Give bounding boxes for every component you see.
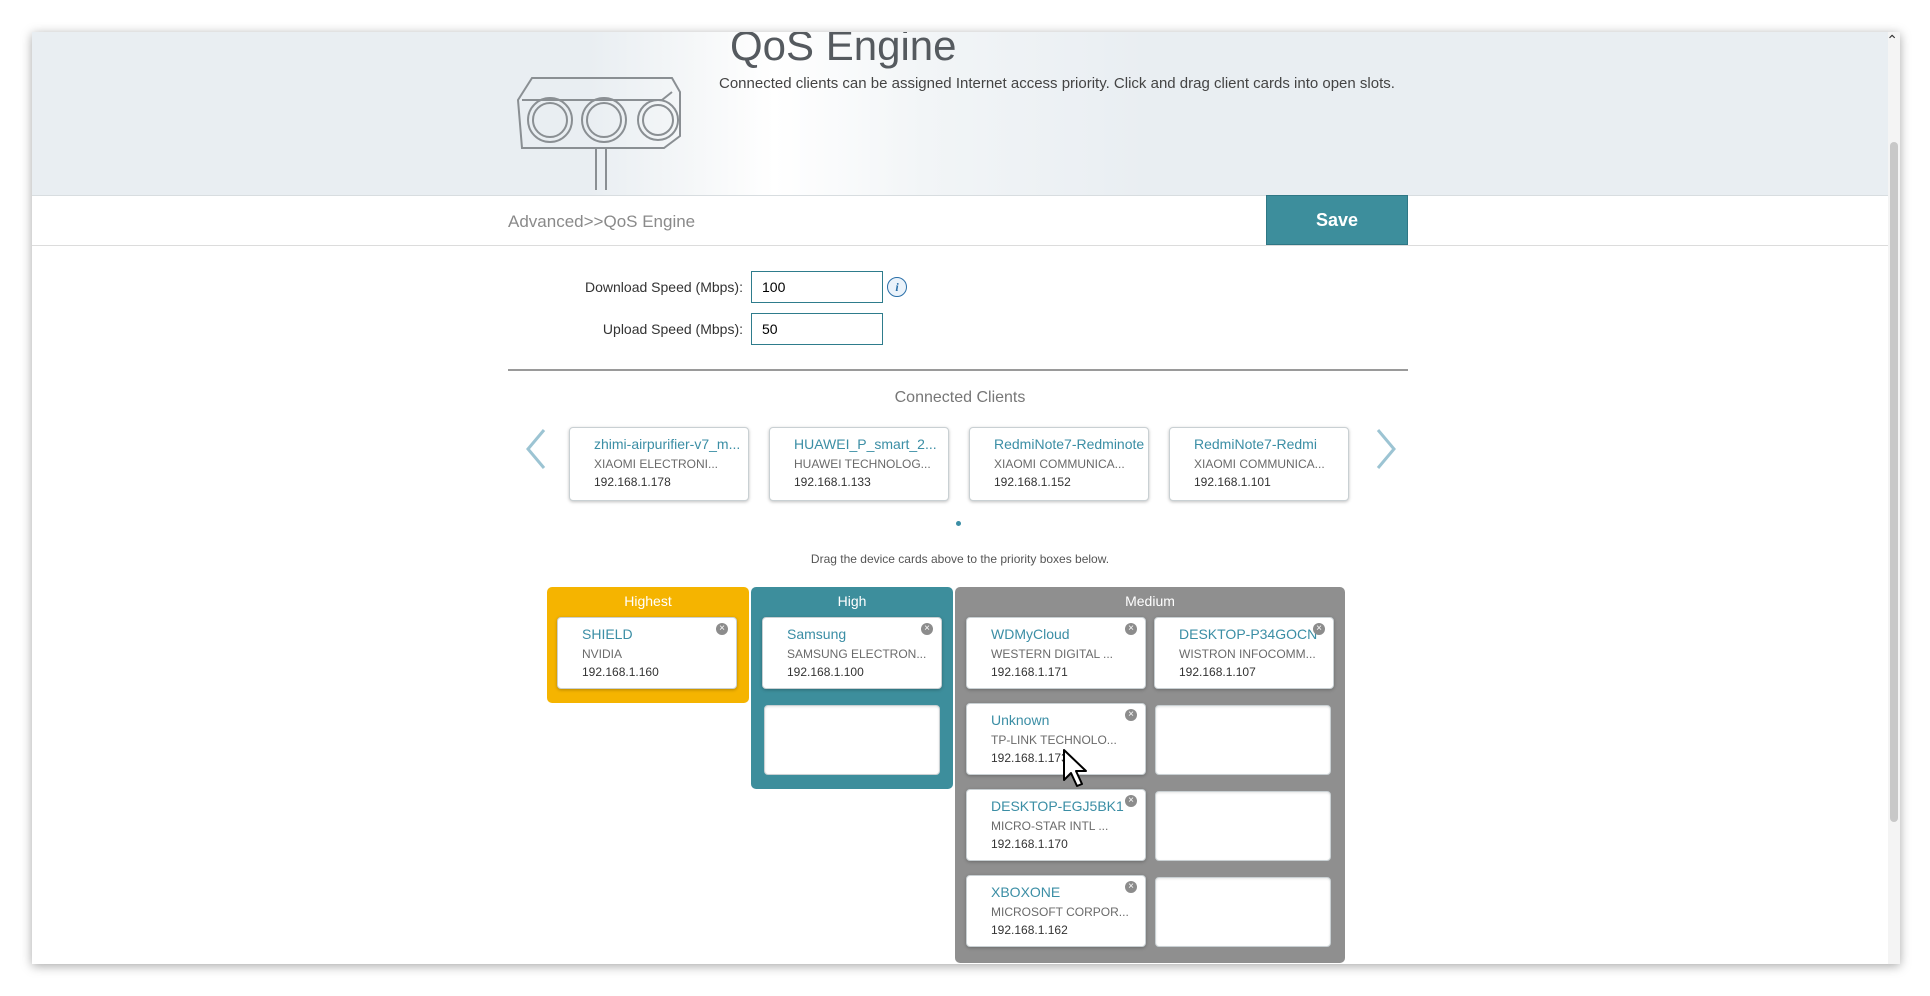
carousel-page-indicator[interactable] <box>956 521 961 526</box>
client-card[interactable]: RedmiNote7-Redminote XIAOMI COMMUNICA...… <box>969 427 1149 501</box>
traffic-light-illustration <box>516 77 681 190</box>
client-ip: 192.168.1.133 <box>794 475 871 489</box>
section-divider <box>508 369 1408 371</box>
download-speed-input[interactable] <box>751 271 883 303</box>
browser-viewport: QoS Engine Connected clients can be assi… <box>32 32 1900 964</box>
empty-priority-slot[interactable] <box>1155 877 1331 947</box>
client-card[interactable]: DESKTOP-P34GOCN WISTRON INFOCOMM... 192.… <box>1154 617 1334 689</box>
close-circle-icon[interactable]: × <box>1125 623 1137 635</box>
scrollbar-thumb[interactable] <box>1890 142 1898 822</box>
client-card[interactable]: RedmiNote7-Redmi XIAOMI COMMUNICA... 192… <box>1169 427 1349 501</box>
client-vendor: SAMSUNG ELECTRON... <box>787 647 927 661</box>
client-name: zhimi-airpurifier-v7_m... <box>594 436 741 452</box>
close-circle-icon[interactable]: × <box>921 623 933 635</box>
priority-label-medium: Medium <box>1125 593 1175 609</box>
client-name: Unknown <box>991 712 1050 728</box>
page-banner: QoS Engine Connected clients can be assi… <box>32 32 1888 196</box>
client-vendor: TP-LINK TECHNOLO... <box>991 733 1117 747</box>
client-ip: 192.168.1.100 <box>787 665 864 679</box>
client-ip: 192.168.1.101 <box>1194 475 1271 489</box>
empty-priority-slot[interactable] <box>764 705 940 775</box>
chevron-left-icon[interactable] <box>520 424 552 474</box>
download-speed-label: Download Speed (Mbps): <box>585 279 743 295</box>
drag-instructions: Drag the device cards above to the prior… <box>810 552 1110 566</box>
close-circle-icon[interactable]: × <box>716 623 728 635</box>
client-name: RedmiNote7-Redmi <box>1194 436 1317 452</box>
client-name: DESKTOP-P34GOCN <box>1179 626 1318 642</box>
empty-priority-slot[interactable] <box>1155 705 1331 775</box>
page-title: QoS Engine <box>730 32 957 69</box>
client-card[interactable]: DESKTOP-EGJ5BK1 MICRO-STAR INTL ... 192.… <box>966 789 1146 861</box>
client-vendor: NVIDIA <box>582 647 623 661</box>
client-vendor: XIAOMI ELECTRONI... <box>594 457 719 471</box>
close-circle-icon[interactable]: × <box>1125 881 1137 893</box>
client-name: HUAWEI_P_smart_2... <box>794 436 937 452</box>
client-ip: 192.168.1.107 <box>1179 665 1256 679</box>
close-circle-icon[interactable]: × <box>1313 623 1325 635</box>
priority-box-medium: Medium WDMyCloud WESTERN DIGITAL ... 192… <box>955 587 1345 963</box>
upload-speed-input[interactable] <box>751 313 883 345</box>
client-card[interactable]: HUAWEI_P_smart_2... HUAWEI TECHNOLOG... … <box>769 427 949 501</box>
connected-clients-title: Connected Clients <box>894 389 1026 406</box>
client-card[interactable]: XBOXONE MICROSOFT CORPOR... 192.168.1.16… <box>966 875 1146 947</box>
corner-resize-icon: ⌃ <box>1886 32 1898 48</box>
client-card[interactable]: Unknown TP-LINK TECHNOLO... 192.168.1.17… <box>966 703 1146 775</box>
info-icon[interactable]: i <box>887 277 907 297</box>
page-subtitle: Connected clients can be assigned Intern… <box>719 75 1395 92</box>
client-vendor: WESTERN DIGITAL ... <box>991 647 1114 661</box>
client-ip: 192.168.1.170 <box>991 837 1068 851</box>
client-name: RedmiNote7-Redminote <box>994 436 1145 452</box>
priority-box-high: High Samsung SAMSUNG ELECTRON... 192.168… <box>751 587 953 789</box>
breadcrumb-bar: Advanced>>QoS Engine Save <box>32 195 1888 246</box>
client-vendor: HUAWEI TECHNOLOG... <box>794 457 931 471</box>
priority-label-highest: Highest <box>624 593 672 609</box>
client-ip: 192.168.1.171 <box>991 665 1068 679</box>
client-ip: 192.168.1.160 <box>582 665 659 679</box>
priority-label-high: High <box>837 593 867 609</box>
client-name: Samsung <box>787 626 847 642</box>
client-card[interactable]: zhimi-airpurifier-v7_m... XIAOMI ELECTRO… <box>569 427 749 501</box>
vertical-scrollbar[interactable] <box>1888 32 1900 964</box>
client-ip: 192.168.1.173 <box>991 751 1068 765</box>
priority-box-highest: Highest SHIELD NVIDIA 192.168.1.160 × <box>547 587 749 703</box>
client-ip: 192.168.1.178 <box>594 475 671 489</box>
client-card[interactable]: SHIELD NVIDIA 192.168.1.160 × <box>557 617 737 689</box>
close-circle-icon[interactable]: × <box>1125 795 1137 807</box>
client-card[interactable]: WDMyCloud WESTERN DIGITAL ... 192.168.1.… <box>966 617 1146 689</box>
client-name: DESKTOP-EGJ5BK1 <box>991 798 1124 814</box>
upload-speed-label: Upload Speed (Mbps): <box>602 321 743 337</box>
client-ip: 192.168.1.162 <box>991 923 1068 937</box>
client-vendor: XIAOMI COMMUNICA... <box>1194 457 1325 471</box>
client-card[interactable]: Samsung SAMSUNG ELECTRON... 192.168.1.10… <box>762 617 942 689</box>
client-vendor: MICROSOFT CORPOR... <box>991 905 1129 919</box>
client-vendor: WISTRON INFOCOMM... <box>1179 647 1316 661</box>
client-name: XBOXONE <box>991 884 1061 900</box>
client-name: SHIELD <box>582 626 633 642</box>
save-button[interactable]: Save <box>1266 195 1408 245</box>
upload-speed-row: Upload Speed (Mbps): <box>583 313 883 345</box>
client-vendor: XIAOMI COMMUNICA... <box>994 457 1125 471</box>
breadcrumb: Advanced>>QoS Engine <box>508 212 696 231</box>
close-circle-icon[interactable]: × <box>1125 709 1137 721</box>
client-vendor: MICRO-STAR INTL ... <box>991 819 1109 833</box>
client-ip: 192.168.1.152 <box>994 475 1071 489</box>
chevron-right-icon[interactable] <box>1370 424 1402 474</box>
empty-priority-slot[interactable] <box>1155 791 1331 861</box>
download-speed-row: Download Speed (Mbps): i <box>583 271 907 303</box>
client-name: WDMyCloud <box>991 626 1070 642</box>
